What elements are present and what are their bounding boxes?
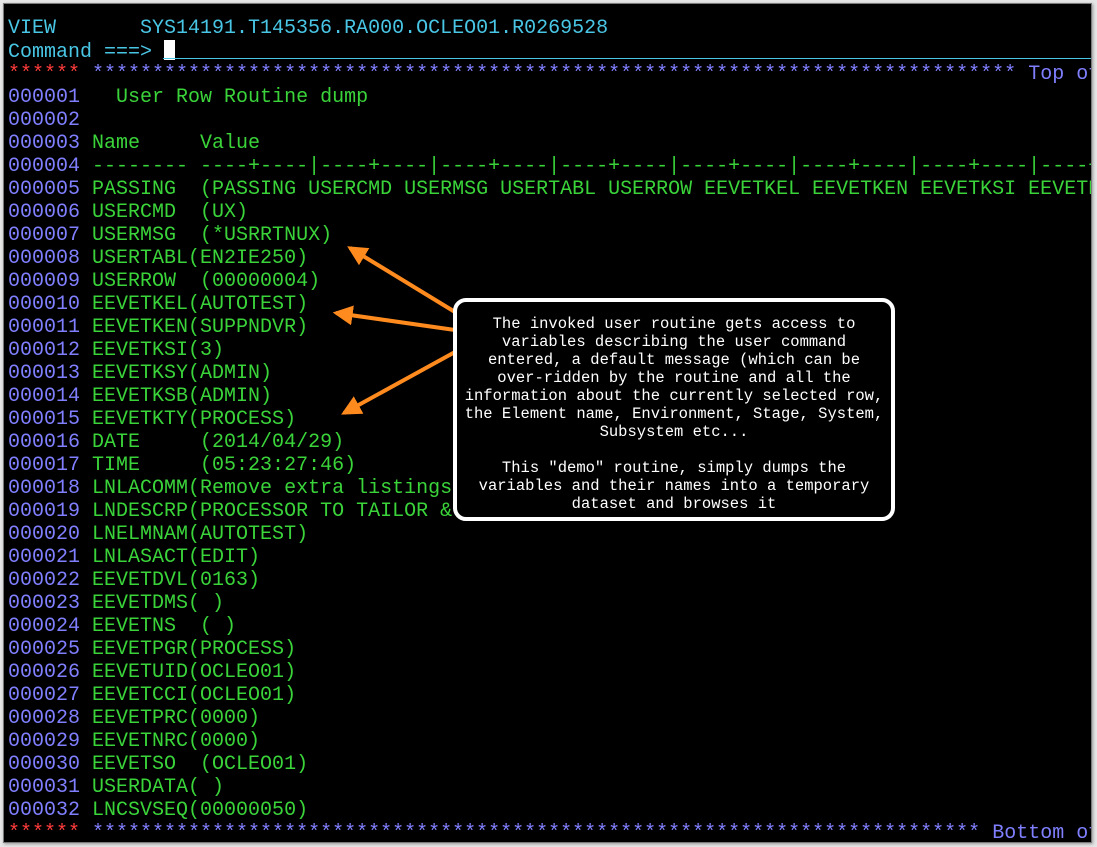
callout-paragraph-2: This "demo" routine, simply dumps the va…	[478, 459, 870, 513]
callout-paragraph-1: The invoked user routine gets access to …	[464, 315, 884, 441]
arrow-to-eevetken	[332, 305, 456, 332]
annotation-callout: The invoked user routine gets access to …	[453, 298, 895, 521]
arrow-to-usertabl	[347, 246, 457, 314]
arrow-to-eevetkty	[341, 350, 456, 415]
